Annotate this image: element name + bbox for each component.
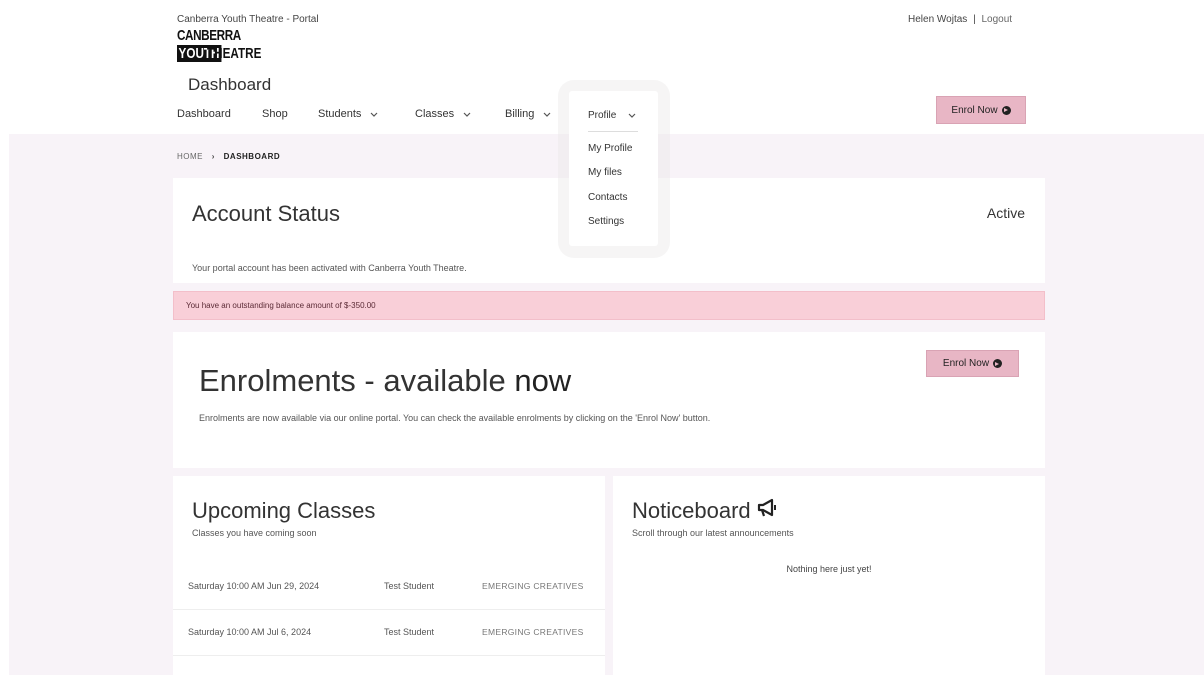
enrolments-description: Enrolments are now available via our onl…: [199, 413, 711, 423]
menu-item-my-files[interactable]: My files: [588, 167, 622, 178]
logo-line-canberra: CANBERRA: [177, 27, 241, 44]
user-area: Helen Wojtas | Logout: [908, 14, 1012, 25]
enrol-now-label: Enrol Now: [951, 104, 998, 116]
chevron-down-icon: [463, 109, 471, 119]
user-name: Helen Wojtas: [908, 14, 968, 25]
enrolments-title-main: Enrolments - available: [199, 363, 506, 398]
upcoming-classes-subtitle: Classes you have coming soon: [192, 528, 317, 538]
account-status-message: Your portal account has been activated w…: [192, 263, 467, 273]
arrow-circle-right-icon: [1001, 105, 1011, 115]
class-date: Saturday 10:00 AM Jul 6, 2024: [188, 627, 312, 637]
enrol-now-button[interactable]: Enrol Now: [926, 350, 1019, 377]
breadcrumb-current: DASHBOARD: [223, 152, 281, 161]
nav-classes-label: Classes: [415, 108, 455, 120]
class-date: Saturday 10:00 AM Jun 29, 2024: [188, 581, 320, 591]
upcoming-classes-card: Upcoming Classes Classes you have coming…: [173, 476, 605, 675]
enrol-now-button-header[interactable]: Enrol Now: [936, 96, 1026, 124]
balance-alert: You have an outstanding balance amount o…: [173, 291, 1045, 320]
breadcrumb: HOME › DASHBOARD: [177, 152, 280, 161]
nav-classes[interactable]: Classes: [415, 108, 471, 120]
noticeboard-title: Noticeboard: [632, 498, 780, 524]
logout-link[interactable]: Logout: [981, 14, 1012, 25]
enrolments-title: Enrolments - available now: [199, 363, 571, 399]
class-student: Test Student: [384, 627, 435, 637]
breadcrumb-home[interactable]: HOME: [177, 152, 203, 161]
table-row[interactable]: Saturday 10:00 AM Jul 6, 2024 Test Stude…: [173, 610, 605, 656]
nav-profile-label: Profile: [588, 110, 617, 121]
noticeboard-title-text: Noticeboard: [632, 498, 751, 523]
menu-item-settings[interactable]: Settings: [588, 216, 624, 227]
balance-alert-text: You have an outstanding balance amount o…: [186, 301, 376, 310]
nav-students-label: Students: [318, 108, 362, 120]
account-status-value: Active: [986, 205, 1025, 221]
enrolments-title-bold: now: [514, 363, 572, 398]
nav-shop[interactable]: Shop: [262, 108, 288, 120]
class-student: Test Student: [384, 581, 435, 591]
menu-item-my-profile[interactable]: My Profile: [588, 143, 632, 154]
user-separator: |: [973, 14, 976, 25]
noticeboard-card: Noticeboard Scroll through our latest an…: [613, 476, 1045, 675]
nav-profile[interactable]: Profile: [588, 110, 636, 121]
logo[interactable]: CANBERRA YOUTH THEATRE: [177, 28, 269, 72]
page-title: Dashboard: [188, 75, 272, 94]
account-status-title: Account Status: [192, 201, 340, 226]
megaphone-icon: [756, 498, 780, 524]
menu-item-contacts[interactable]: Contacts: [588, 192, 627, 203]
enrol-now-label: Enrol Now: [942, 358, 990, 369]
upcoming-classes-title: Upcoming Classes: [192, 498, 376, 523]
noticeboard-subtitle: Scroll through our latest announcements: [632, 528, 794, 538]
class-name: EMERGING CREATIVES: [482, 627, 584, 637]
chevron-down-icon: [543, 109, 551, 119]
arrow-circle-right-icon: [993, 359, 1003, 368]
chevron-right-icon: ›: [211, 152, 215, 161]
site-title: Canberra Youth Theatre - Portal: [177, 14, 319, 25]
nav-dashboard[interactable]: Dashboard: [177, 108, 231, 120]
enrolments-card: Enrolments - available now Enrolments ar…: [173, 332, 1045, 468]
nav-dashboard-label: Dashboard: [177, 108, 231, 120]
nav-shop-label: Shop: [262, 108, 288, 120]
chevron-down-icon: [628, 110, 636, 120]
nav-students[interactable]: Students: [318, 108, 378, 120]
dropdown-divider: [588, 131, 638, 132]
class-name: EMERGING CREATIVES: [482, 581, 584, 591]
nav-billing[interactable]: Billing: [505, 108, 551, 120]
noticeboard-empty-message: Nothing here just yet!: [786, 564, 872, 574]
chevron-down-icon: [370, 109, 378, 119]
nav-billing-label: Billing: [505, 108, 535, 120]
profile-dropdown: Profile My Profile My files Contacts Set…: [569, 91, 658, 246]
table-row[interactable]: Saturday 10:00 AM Jun 29, 2024 Test Stud…: [173, 564, 605, 610]
logo-line-theatre: THEATRE: [207, 45, 262, 62]
